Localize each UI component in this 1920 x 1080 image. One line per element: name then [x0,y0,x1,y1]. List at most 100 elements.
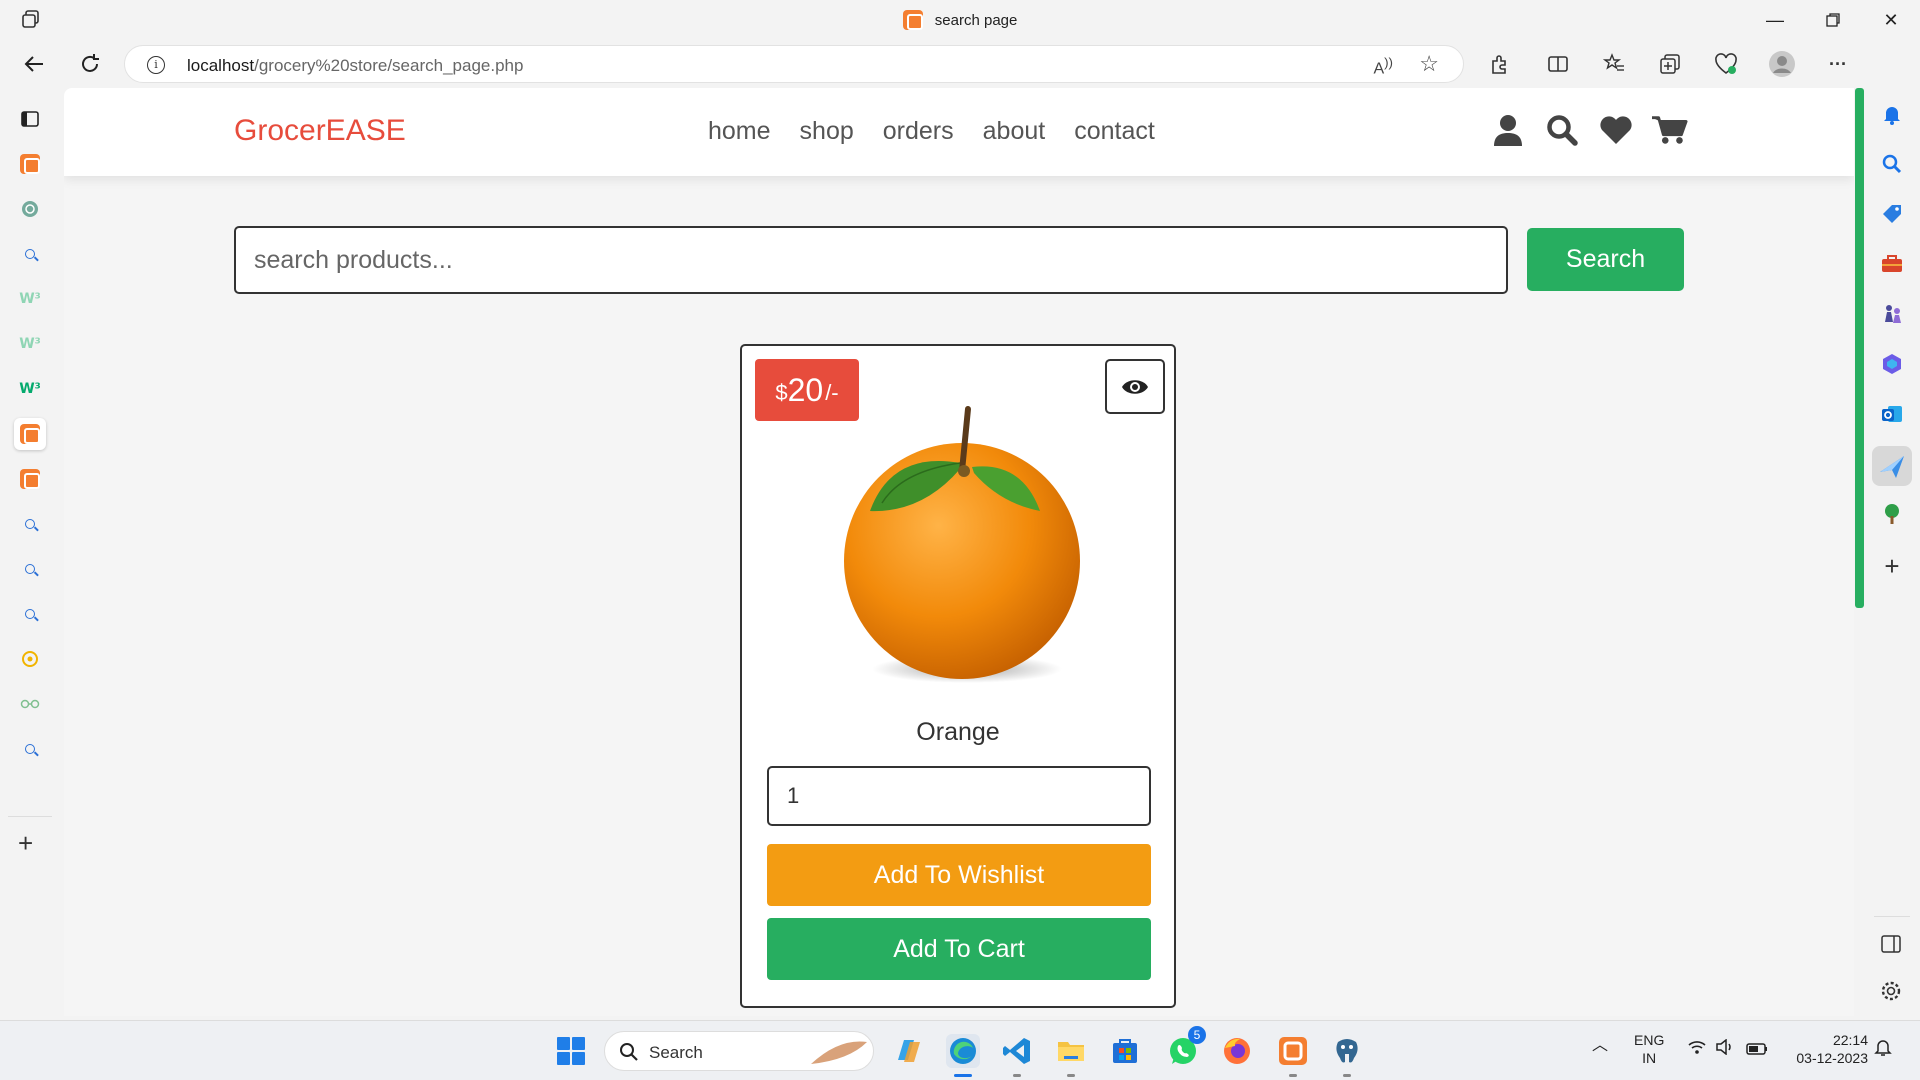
games-chess-icon[interactable] [1880,302,1904,326]
browser-titlebar: search page — ✕ [0,0,1920,40]
windows-taskbar: Search 5 ︿ ENG IN 22:14 03-12-2023 [0,1020,1920,1080]
header-icons [1490,112,1688,148]
tabs-divider [8,816,52,817]
outlook-icon[interactable] [1880,402,1904,426]
search-tab-icon[interactable] [14,733,46,765]
search-highlight-feather-icon [811,1041,867,1064]
xampp-active-tab-icon[interactable] [14,418,46,450]
close-button[interactable]: ✕ [1868,6,1914,34]
user-icon[interactable] [1490,112,1526,148]
xampp-favicon-icon [902,10,923,30]
shopping-tag-icon[interactable] [1880,202,1904,226]
wifi-icon[interactable] [1688,1039,1706,1059]
search-tab-icon[interactable] [14,553,46,585]
add-to-cart-button[interactable]: Add To Cart [767,918,1151,980]
search-tab-icon[interactable] [14,508,46,540]
chatgpt-tab-icon[interactable] [14,193,46,225]
file-explorer-app-icon[interactable] [1054,1034,1088,1077]
show-hidden-icons-chevron-icon[interactable]: ︿ [1592,1037,1608,1055]
nav-contact-link[interactable]: contact [1074,117,1155,146]
window-title: search page [0,10,1920,30]
browser-toolbar: i localhost/grocery%20store/search_page.… [0,40,1920,88]
tab-sidebar-toggle-icon[interactable] [14,103,46,135]
microsoft-store-app-icon[interactable] [1108,1034,1142,1068]
main-nav: home shop orders about contact [708,117,1155,146]
nav-about-link[interactable]: about [983,117,1046,146]
restore-button[interactable] [1810,6,1856,34]
back-arrow-icon [24,56,43,72]
search-tab-icon[interactable] [14,238,46,270]
back-button[interactable] [16,48,52,80]
search-input[interactable] [234,226,1508,294]
vscode-app-icon[interactable] [1000,1034,1034,1077]
search-icon[interactable] [1544,112,1580,148]
notifications-bell-icon[interactable] [1880,102,1904,126]
quick-view-button[interactable] [1105,359,1165,414]
more-options-icon[interactable]: ··· [1824,50,1852,78]
edge-sidebar: + [1864,40,1920,1020]
bootstrap-tab-icon[interactable] [14,643,46,675]
glasses-tab-icon[interactable] [14,688,46,720]
copilot-preview-app-icon[interactable] [892,1034,926,1068]
search-button[interactable]: Search [1527,228,1684,291]
postgresql-app-icon[interactable] [1330,1034,1364,1077]
clock-time: 22:14 [1832,1032,1868,1048]
sidebar-search-icon[interactable] [1880,152,1904,176]
notification-bell-icon[interactable] [1874,1037,1892,1061]
scrollbar-indicator[interactable] [1855,88,1864,608]
xampp-tab-icon[interactable] [14,148,46,180]
edge-app-icon[interactable] [946,1034,980,1077]
add-to-wishlist-button[interactable]: Add To Wishlist [767,844,1151,906]
taskbar-search-box[interactable]: Search [604,1031,874,1071]
browser-essentials-icon[interactable] [1712,50,1740,78]
minimize-button[interactable]: — [1752,6,1798,34]
add-sidebar-app-plus-icon[interactable]: + [1880,553,1904,579]
windows-start-icon[interactable] [557,1037,585,1065]
refresh-icon [82,54,99,72]
read-aloud-icon[interactable]: A)) [1373,55,1393,78]
split-screen-icon[interactable] [1544,50,1572,78]
xampp-app-icon[interactable] [1276,1034,1310,1077]
microsoft365-icon[interactable] [1880,352,1904,376]
volume-icon[interactable] [1716,1038,1736,1059]
nav-home-link[interactable]: home [708,117,771,146]
favorite-star-icon[interactable]: ☆ [1419,51,1439,77]
search-tab-icon[interactable] [14,598,46,630]
taskbar-search-label: Search [649,1043,703,1062]
whatsapp-app-icon[interactable]: 5 [1166,1026,1206,1068]
clock[interactable]: 22:14 03-12-2023 [1786,1031,1868,1067]
heart-icon[interactable] [1598,112,1634,148]
favorites-icon[interactable] [1600,50,1628,78]
refresh-button[interactable] [72,48,108,80]
eye-icon [1122,379,1148,394]
firefox-app-icon[interactable] [1220,1034,1254,1068]
language-indicator[interactable]: ENG IN [1634,1031,1664,1067]
hide-sidebar-icon[interactable] [1880,933,1904,957]
address-bar[interactable]: i localhost/grocery%20store/search_page.… [124,45,1464,83]
tab-title: search page [934,11,1018,29]
send-drop-icon[interactable] [1872,446,1912,486]
w3schools-tab-icon[interactable]: W³ [14,283,46,315]
xampp-tab-icon[interactable] [14,463,46,495]
profile-avatar-icon[interactable] [1768,50,1796,78]
cart-icon[interactable] [1652,112,1688,148]
tree-icon[interactable] [1880,502,1904,526]
collections-icon[interactable] [1656,50,1684,78]
extensions-icon[interactable] [1486,50,1514,78]
w3schools-tab-icon[interactable]: W³ [14,328,46,360]
w3schools-tab-icon[interactable]: W³ [14,373,46,405]
site-header: GrocerEASE home shop orders about contac… [64,88,1854,176]
url-text[interactable]: localhost/grocery%20store/search_page.ph… [187,56,523,76]
site-info-icon[interactable]: i [147,56,165,74]
battery-icon[interactable] [1746,1041,1768,1059]
settings-gear-icon[interactable] [1880,980,1904,1004]
clock-date: 03-12-2023 [1796,1050,1868,1066]
tools-briefcase-icon[interactable] [1880,252,1904,276]
new-tab-plus-icon[interactable]: + [18,828,33,859]
vertical-tabs: W³ W³ W³ + [0,88,60,1020]
quantity-input[interactable] [767,766,1151,826]
nav-orders-link[interactable]: orders [883,117,954,146]
site-logo[interactable]: GrocerEASE [234,114,406,148]
nav-shop-link[interactable]: shop [800,117,854,146]
sidebar-divider [1874,916,1910,917]
